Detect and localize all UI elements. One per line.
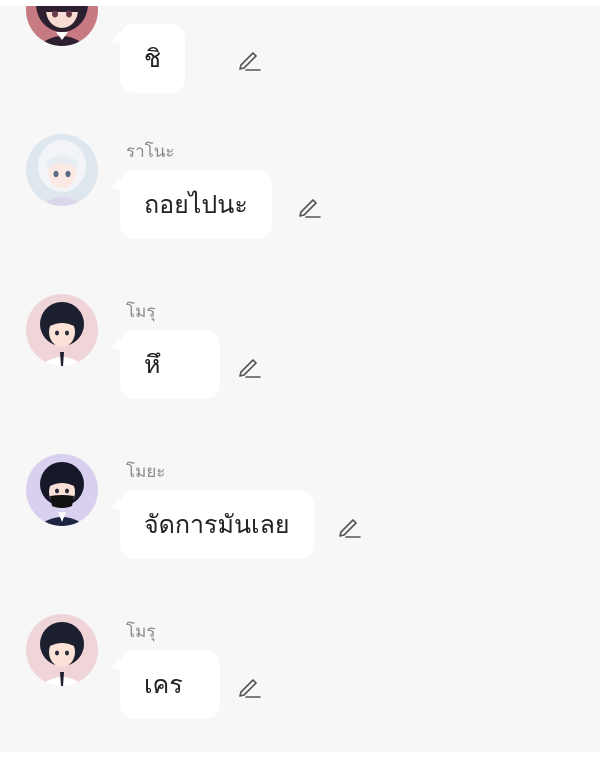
message-bubble[interactable]: ถอยไปนะ bbox=[120, 170, 272, 239]
pencil-icon[interactable] bbox=[296, 193, 322, 219]
chat-message: โมรุ เคร bbox=[0, 612, 600, 752]
message-text: หึ bbox=[144, 349, 161, 379]
message-text: ชิ bbox=[144, 43, 161, 73]
message-bubble[interactable]: หึ bbox=[120, 330, 220, 399]
message-bubble[interactable]: ชิ bbox=[120, 24, 185, 93]
chat-message: ชิ bbox=[0, 6, 600, 93]
sender-name: โมยะ bbox=[126, 462, 166, 482]
chat-message: ราโนะ ถอยไปนะ bbox=[0, 132, 600, 282]
message-text: จัดการมันเลย bbox=[144, 509, 290, 539]
sender-name: ราโนะ bbox=[126, 142, 175, 162]
sender-name: โมรุ bbox=[126, 622, 156, 642]
pencil-icon[interactable] bbox=[336, 513, 362, 539]
message-text: ถอยไปนะ bbox=[144, 189, 248, 219]
avatar-boy-black-hair-tie[interactable] bbox=[26, 294, 98, 366]
pencil-icon[interactable] bbox=[236, 353, 262, 379]
chat-message: โมยะ จัดการมันเลย bbox=[0, 452, 600, 602]
sender-name: โมรุ bbox=[126, 302, 156, 322]
message-bubble[interactable]: จัดการมันเลย bbox=[120, 490, 314, 559]
chat-message: โมรุ หึ bbox=[0, 292, 600, 442]
message-text: เคร bbox=[144, 669, 183, 699]
pencil-icon[interactable] bbox=[236, 46, 262, 72]
avatar-girl-white-hair[interactable] bbox=[26, 134, 98, 206]
avatar-boy-black-hair-tie[interactable] bbox=[26, 614, 98, 686]
avatar-girl-dark-hair[interactable] bbox=[26, 6, 98, 46]
pencil-icon[interactable] bbox=[236, 673, 262, 699]
message-bubble[interactable]: เคร bbox=[120, 650, 220, 719]
chat-message-list[interactable]: ชิ ราโนะ ถอยไปนะ โมรุ หึ โมยะ จัดการมันเ… bbox=[0, 6, 600, 752]
avatar-boy-black-mask[interactable] bbox=[26, 454, 98, 526]
